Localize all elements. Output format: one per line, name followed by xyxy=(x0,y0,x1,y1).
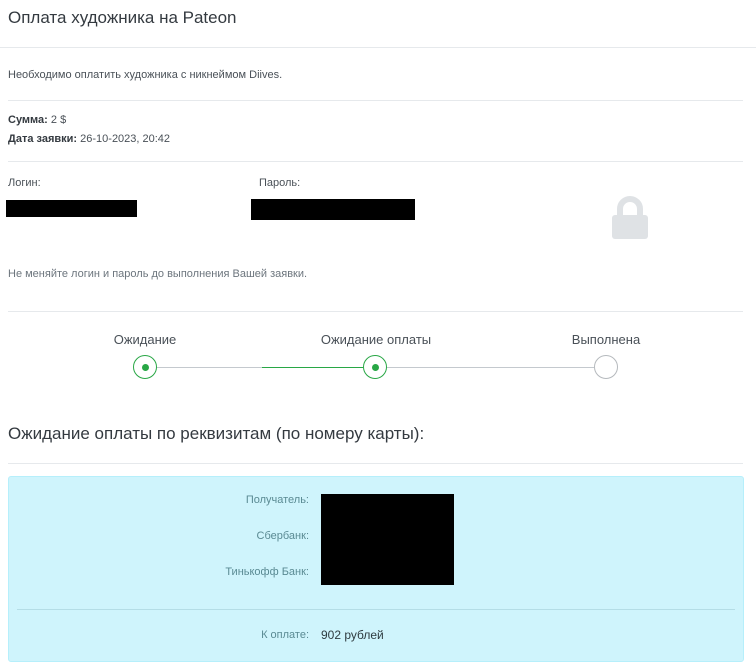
login-value-redacted xyxy=(6,200,137,217)
password-label: Пароль: xyxy=(259,177,301,189)
payment-details-panel: Получатель: Сбербанк: Тинькофф Банк: К о… xyxy=(8,476,744,662)
date-value: 26-10-2023, 20:42 xyxy=(80,133,171,145)
artist-notice: Необходимо оплатить художника с никнеймо… xyxy=(8,69,283,81)
stepper-line xyxy=(387,367,594,368)
tinkoff-label: Тинькофф Банк: xyxy=(225,566,309,578)
step-label-completed: Выполнена xyxy=(571,332,641,347)
payment-heading: Ожидание оплаты по реквизитам (по номеру… xyxy=(8,424,425,443)
panel-divider xyxy=(17,609,735,610)
divider xyxy=(8,161,743,162)
card-details-redacted xyxy=(321,494,454,585)
credentials-warning: Не меняйте логин и пароль до выполнения … xyxy=(8,268,308,280)
amount-value: 902 рублей xyxy=(321,628,384,642)
lock-icon xyxy=(612,196,648,239)
step-indicator-awaiting-payment xyxy=(363,355,387,379)
sum-value: 2 $ xyxy=(50,114,67,126)
amount-label: К оплате: xyxy=(261,629,309,641)
divider xyxy=(0,47,756,48)
divider xyxy=(8,311,743,312)
sberbank-label: Сбербанк: xyxy=(256,530,309,542)
date-label: Дата заявки: xyxy=(8,133,78,145)
stepper-line xyxy=(157,367,262,368)
step-indicator-completed xyxy=(594,355,618,379)
stepper-line-progress xyxy=(262,367,363,368)
step-label-awaiting-payment: Ожидание оплаты xyxy=(320,332,432,347)
recipient-label: Получатель: xyxy=(245,494,309,506)
step-indicator-waiting xyxy=(133,355,157,379)
page-title: Оплата художника на Pateon xyxy=(8,8,237,27)
login-label: Логин: xyxy=(8,177,41,189)
divider xyxy=(8,100,743,101)
sum-label: Сумма: xyxy=(8,114,48,126)
order-sum: Сумма: 2 $ xyxy=(8,114,66,126)
password-value-redacted xyxy=(251,199,415,220)
divider xyxy=(8,463,743,464)
step-label-waiting: Ожидание xyxy=(113,332,177,347)
order-date: Дата заявки: 26-10-2023, 20:42 xyxy=(8,133,170,145)
